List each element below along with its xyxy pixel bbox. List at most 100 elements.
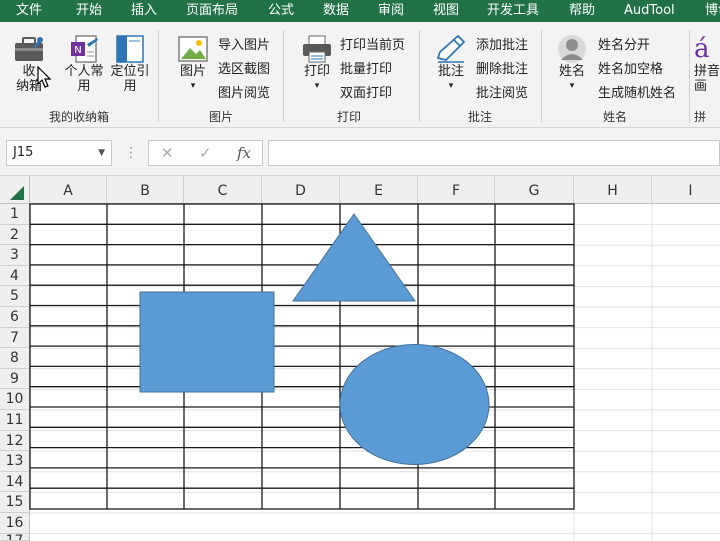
toolbox-icon [15, 37, 43, 61]
personal-common-label-2: 用 [77, 79, 91, 94]
delete-comment-label: 删除批注 [476, 61, 529, 77]
group-pinyin-label: 拼 [694, 110, 707, 124]
tab-data[interactable]: 数据 [323, 0, 349, 22]
svg-text:N: N [74, 45, 81, 56]
formula-bar: J15 ▼ ⋮ ✕ ✓ fx [0, 128, 720, 176]
tab-help[interactable]: 帮助 [569, 0, 595, 22]
group-pinyin: á 拼音 画 拼 [692, 22, 720, 128]
comment-dropdown-icon: ▾ [448, 81, 454, 91]
comment-button[interactable]: 批注 ▾ [432, 34, 470, 94]
group-storage: 收 纳箱 N 个人常 用 定位引 用 我的收纳箱 [0, 22, 158, 128]
locate-reference-button[interactable]: 定位引 用 [106, 34, 154, 94]
batch-print-label: 批量打印 [340, 61, 393, 77]
tab-insert[interactable]: 插入 [131, 0, 157, 22]
picture-dropdown-icon: ▾ [190, 81, 196, 91]
cancel-icon[interactable]: ✕ [161, 141, 174, 165]
name-dropdown-icon: ▾ [569, 81, 575, 91]
split-name-button[interactable]: 姓名分开 [598, 32, 650, 54]
group-storage-label: 我的收纳箱 [48, 110, 109, 124]
formula-input[interactable] [268, 140, 720, 166]
pinyin-button[interactable]: á 拼音 画 [694, 34, 720, 94]
tab-home[interactable]: 开始 [76, 0, 102, 22]
import-picture-button[interactable]: 导入图片 [218, 32, 270, 54]
locate-reference-label-1: 定位引 [110, 64, 150, 79]
storage-box-button[interactable]: 收 纳箱 [6, 34, 52, 94]
add-comment-button[interactable]: 添加批注 [476, 32, 528, 54]
random-name-button[interactable]: 生成随机姓名 [598, 80, 676, 102]
picture-viewer-button[interactable]: 图片阅览 [218, 80, 270, 102]
triangle-shape[interactable] [292, 213, 416, 302]
comment-pen-icon [436, 34, 466, 63]
comment-label: 批注 [437, 64, 464, 79]
print-dropdown-icon: ▾ [314, 81, 320, 91]
pinyin-icon: á [694, 34, 710, 64]
printer-icon [303, 35, 331, 63]
personal-common-label-1: 个人常 [64, 64, 104, 79]
split-name-label: 姓名分开 [598, 37, 651, 53]
group-name: 姓名 ▾ 姓名分开 姓名加空格 生成随机姓名 姓名 [542, 22, 688, 128]
tab-developer[interactable]: 开发工具 [487, 0, 539, 22]
print-current-page-label: 打印当前页 [340, 37, 406, 53]
print-button[interactable]: 打印 ▾ [298, 34, 336, 94]
insert-function-icon[interactable]: fx [237, 141, 251, 165]
picture-label: 图片 [179, 64, 206, 79]
name-box[interactable]: J15 ▼ [6, 140, 112, 166]
capture-selection-button[interactable]: 选区截图 [218, 56, 270, 78]
cell-area[interactable] [0, 176, 720, 541]
tab-view[interactable]: 视图 [433, 0, 459, 22]
tab-audtool[interactable]: AudTool [624, 0, 675, 22]
chevron-down-icon[interactable]: ▼ [98, 141, 105, 165]
import-picture-label: 导入图片 [218, 37, 271, 53]
table-borders [29, 203, 575, 510]
menu-bar: 文件 开始 插入 页面布局 公式 数据 审阅 视图 开发工具 帮助 AudToo… [0, 0, 720, 22]
ellipse-shape[interactable] [339, 344, 490, 465]
locate-reference-label-2: 用 [123, 79, 137, 94]
delete-comment-button[interactable]: 删除批注 [476, 56, 528, 78]
picture-viewer-label: 图片阅览 [218, 85, 271, 101]
more-options-icon[interactable]: ⋮ [124, 140, 138, 166]
group-divider [689, 30, 690, 122]
name-box-value: J15 [13, 145, 34, 160]
formula-tools: ✕ ✓ fx [148, 140, 263, 166]
print-current-page-button[interactable]: 打印当前页 [340, 32, 405, 54]
pinyin-label-1: 拼音 [694, 64, 720, 79]
rectangle-shape[interactable] [139, 291, 275, 393]
picture-icon [178, 36, 208, 62]
locate-reference-icon [116, 35, 144, 63]
tab-file[interactable]: 文件 [16, 0, 42, 22]
tab-bochuang[interactable]: 博创 [705, 0, 720, 22]
tab-review[interactable]: 审阅 [378, 0, 404, 22]
view-comment-label: 批注阅览 [476, 85, 529, 101]
group-picture: 图片 ▾ 导入图片 选区截图 图片阅览 图片 [160, 22, 282, 128]
name-add-space-button[interactable]: 姓名加空格 [598, 56, 663, 78]
group-comment-label: 批注 [467, 110, 492, 124]
tab-page-layout[interactable]: 页面布局 [186, 0, 238, 22]
group-divider [158, 30, 159, 122]
personal-common-button[interactable]: N 个人常 用 [60, 34, 108, 94]
person-icon [558, 35, 586, 63]
tab-formulas[interactable]: 公式 [268, 0, 294, 22]
picture-button[interactable]: 图片 ▾ [174, 34, 212, 94]
mouse-cursor-icon [37, 66, 52, 88]
name-label: 姓名 [558, 64, 585, 79]
print-label: 打印 [303, 64, 330, 79]
duplex-print-button[interactable]: 双面打印 [340, 80, 392, 102]
batch-print-button[interactable]: 批量打印 [340, 56, 392, 78]
group-name-label: 姓名 [602, 110, 627, 124]
duplex-print-label: 双面打印 [340, 85, 393, 101]
ribbon: 收 纳箱 N 个人常 用 定位引 用 我的收纳箱 图片 ▾ 导入图片 选区截图 … [0, 22, 720, 128]
spreadsheet-grid[interactable]: A B C D E F G H I 1 2 3 4 5 6 7 8 9 10 1… [0, 176, 720, 541]
name-add-space-label: 姓名加空格 [598, 61, 664, 77]
add-comment-label: 添加批注 [476, 37, 529, 53]
personal-doc-icon: N [71, 35, 98, 63]
group-comment: 批注 ▾ 添加批注 删除批注 批注阅览 批注 [420, 22, 540, 128]
random-name-label: 生成随机姓名 [598, 85, 677, 101]
confirm-icon[interactable]: ✓ [199, 141, 212, 165]
group-picture-label: 图片 [208, 110, 233, 124]
group-print: 打印 ▾ 打印当前页 批量打印 双面打印 打印 [284, 22, 414, 128]
pinyin-label-2: 画 [694, 79, 708, 94]
group-print-label: 打印 [336, 110, 361, 124]
name-button[interactable]: 姓名 ▾ [552, 34, 592, 94]
view-comment-button[interactable]: 批注阅览 [476, 80, 528, 102]
capture-selection-label: 选区截图 [218, 61, 271, 77]
